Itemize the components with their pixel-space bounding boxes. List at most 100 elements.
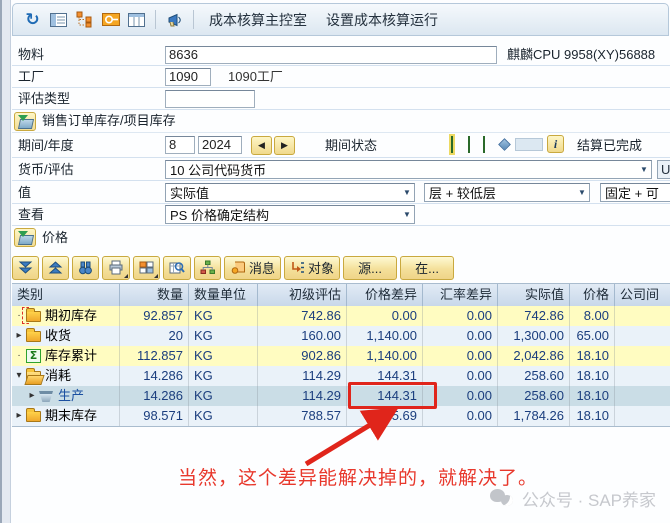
row-label: 库存累计 bbox=[45, 346, 97, 366]
folder-icon bbox=[26, 411, 41, 422]
refresh-icon[interactable]: ↻ bbox=[23, 10, 42, 29]
binoculars-icon bbox=[78, 260, 93, 275]
unit-cell: KG bbox=[189, 306, 258, 326]
cost-split-select[interactable]: 固定 + 可 bbox=[600, 183, 670, 202]
cost-estimate-cockpit-link[interactable]: 成本核算主控室 bbox=[203, 10, 313, 30]
column-header[interactable]: 价格 bbox=[570, 284, 615, 306]
currency-select[interactable]: 10 公司代码货币 ▼ bbox=[165, 160, 652, 179]
source-button[interactable]: 源... bbox=[343, 256, 397, 280]
status-square-icon bbox=[451, 136, 453, 153]
objects-button-label: 对象 bbox=[308, 258, 334, 277]
material-input[interactable]: 8636 bbox=[165, 46, 497, 64]
value-row: 值 实际值 ▼ 层 + 较低层 ▼ 固定 + 可 bbox=[12, 181, 670, 204]
table-row-consumption[interactable]: ▾消耗 14.286 KG 114.29 144.31 0.00 258.60 … bbox=[12, 366, 670, 386]
actual-value-cell: 258.60 bbox=[498, 386, 570, 406]
double-chevron-down-icon bbox=[18, 260, 33, 275]
currency-row: 货币/评估 10 公司代码货币 ▼ US bbox=[12, 158, 670, 181]
tree-expand-icon[interactable]: ▸ bbox=[14, 326, 24, 346]
column-header[interactable]: 实际值 bbox=[498, 284, 570, 306]
qty-cell: 20 bbox=[120, 326, 189, 346]
view-selected: PS 价格确定结构 bbox=[166, 205, 400, 224]
qty-cell: 98.571 bbox=[120, 406, 189, 426]
red-annotation-arrow bbox=[292, 404, 407, 470]
tree-expand-icon[interactable]: ▸ bbox=[27, 386, 37, 406]
table-row-beginning-inventory[interactable]: ·期初库存 92.857 KG 742.86 0.00 0.00 742.86 … bbox=[12, 306, 670, 326]
row-label: 收货 bbox=[45, 326, 71, 346]
column-header[interactable]: 公司间 bbox=[615, 284, 670, 306]
price-cell: 18.10 bbox=[570, 366, 615, 386]
tree-collapse-icon[interactable]: ▾ bbox=[14, 366, 24, 386]
goto-objects-icon bbox=[290, 260, 305, 275]
column-header[interactable]: 汇率差异 bbox=[423, 284, 498, 306]
hierarchy-view-button[interactable] bbox=[194, 256, 221, 280]
valuation-type-input[interactable] bbox=[165, 90, 255, 108]
display-details-icon[interactable] bbox=[49, 10, 68, 29]
sales-order-stock-label: 销售订单库存/项目库存 bbox=[42, 110, 176, 132]
objects-button[interactable]: 对象 bbox=[284, 256, 340, 280]
collapse-section-icon[interactable] bbox=[14, 228, 36, 247]
chevron-down-icon: ▼ bbox=[400, 210, 414, 219]
actual-value-cell: 1,300.00 bbox=[498, 326, 570, 346]
fx-diff-cell: 0.00 bbox=[423, 406, 498, 426]
year-input[interactable]: 2024 bbox=[198, 136, 242, 154]
setup-costing-run-link[interactable]: 设置成本核算运行 bbox=[320, 10, 444, 30]
in-button-label: 在... bbox=[415, 258, 439, 277]
intercompany-cell bbox=[615, 326, 670, 346]
messages-button[interactable]: 消息 bbox=[224, 256, 281, 280]
in-button[interactable]: 在... bbox=[400, 256, 454, 280]
info-icon: i bbox=[554, 137, 557, 151]
table-header: 类别 数量 数量单位 初级评估 价格差异 汇率差异 实际值 价格 公司间 bbox=[12, 283, 670, 306]
folder-icon bbox=[26, 331, 41, 342]
table-view-icon[interactable] bbox=[127, 10, 146, 29]
fx-diff-cell: 0.00 bbox=[423, 326, 498, 346]
column-header[interactable]: 数量 bbox=[120, 284, 189, 306]
column-header[interactable]: 初级评估 bbox=[258, 284, 347, 306]
tree-expand-icon[interactable]: ▸ bbox=[14, 406, 24, 426]
price-diff-cell: 1,140.00 bbox=[347, 346, 423, 366]
price-toolbar: 消息 对象 源... 在... bbox=[12, 253, 670, 282]
currency-code-fragment: US bbox=[657, 160, 670, 179]
table-row-production-selected[interactable]: ▸生产 14.286 KG 114.29 144.31 0.00 258.60 … bbox=[12, 386, 670, 406]
period-screen-icon[interactable] bbox=[101, 10, 120, 29]
actual-value-cell: 2,042.86 bbox=[498, 346, 570, 366]
column-header[interactable]: 数量单位 bbox=[189, 284, 258, 306]
status-slot bbox=[515, 138, 543, 151]
costing-run-icon[interactable] bbox=[165, 10, 184, 29]
actual-value-cell: 258.60 bbox=[498, 366, 570, 386]
value-select[interactable]: 实际值 ▼ bbox=[165, 183, 415, 202]
row-label: 期末库存 bbox=[45, 406, 97, 426]
unit-cell: KG bbox=[189, 366, 258, 386]
valuation-type-row: 评估类型 bbox=[12, 88, 670, 110]
open-folder-icon bbox=[26, 371, 41, 382]
chevron-down-icon: ▼ bbox=[400, 188, 414, 197]
unit-cell: KG bbox=[189, 346, 258, 366]
detail-search-button[interactable] bbox=[163, 256, 191, 280]
info-button[interactable]: i bbox=[547, 135, 564, 153]
view-select[interactable]: PS 价格确定结构 ▼ bbox=[165, 205, 415, 224]
price-cell: 18.10 bbox=[570, 386, 615, 406]
message-scroll-icon bbox=[230, 260, 246, 275]
print-button[interactable] bbox=[102, 256, 130, 280]
qty-cell: 14.286 bbox=[120, 366, 189, 386]
period-input[interactable]: 8 bbox=[165, 136, 195, 154]
magnifier-grid-icon bbox=[169, 260, 185, 275]
find-button[interactable] bbox=[72, 256, 99, 280]
price-cell: 18.10 bbox=[570, 406, 615, 426]
choose-layout-button[interactable] bbox=[133, 256, 160, 280]
level-select[interactable]: 层 + 较低层 ▼ bbox=[424, 183, 590, 202]
expand-all-button[interactable] bbox=[12, 256, 39, 280]
hierarchy-icon[interactable] bbox=[75, 10, 94, 29]
next-period-button[interactable]: ▶ bbox=[274, 136, 295, 155]
valuation-type-label: 评估类型 bbox=[18, 88, 70, 110]
table-row-cumulative-inventory[interactable]: ·Σ库存累计 112.857 KG 902.86 1,140.00 0.00 2… bbox=[12, 346, 670, 366]
qty-cell: 112.857 bbox=[120, 346, 189, 366]
tree-bullet-icon: · bbox=[14, 346, 24, 366]
table-row-goods-receipt[interactable]: ▸收货 20 KG 160.00 1,140.00 0.00 1,300.00 … bbox=[12, 326, 670, 346]
collapse-all-button[interactable] bbox=[42, 256, 69, 280]
app-toolbar: ↻ 成本核算主控室 设置成本核算运行 bbox=[12, 3, 669, 36]
column-header[interactable]: 类别 bbox=[12, 284, 120, 306]
column-header[interactable]: 价格差异 bbox=[347, 284, 423, 306]
plant-input[interactable]: 1090 bbox=[165, 68, 211, 86]
collapse-section-icon[interactable] bbox=[14, 112, 36, 131]
previous-period-button[interactable]: ◀ bbox=[251, 136, 272, 155]
